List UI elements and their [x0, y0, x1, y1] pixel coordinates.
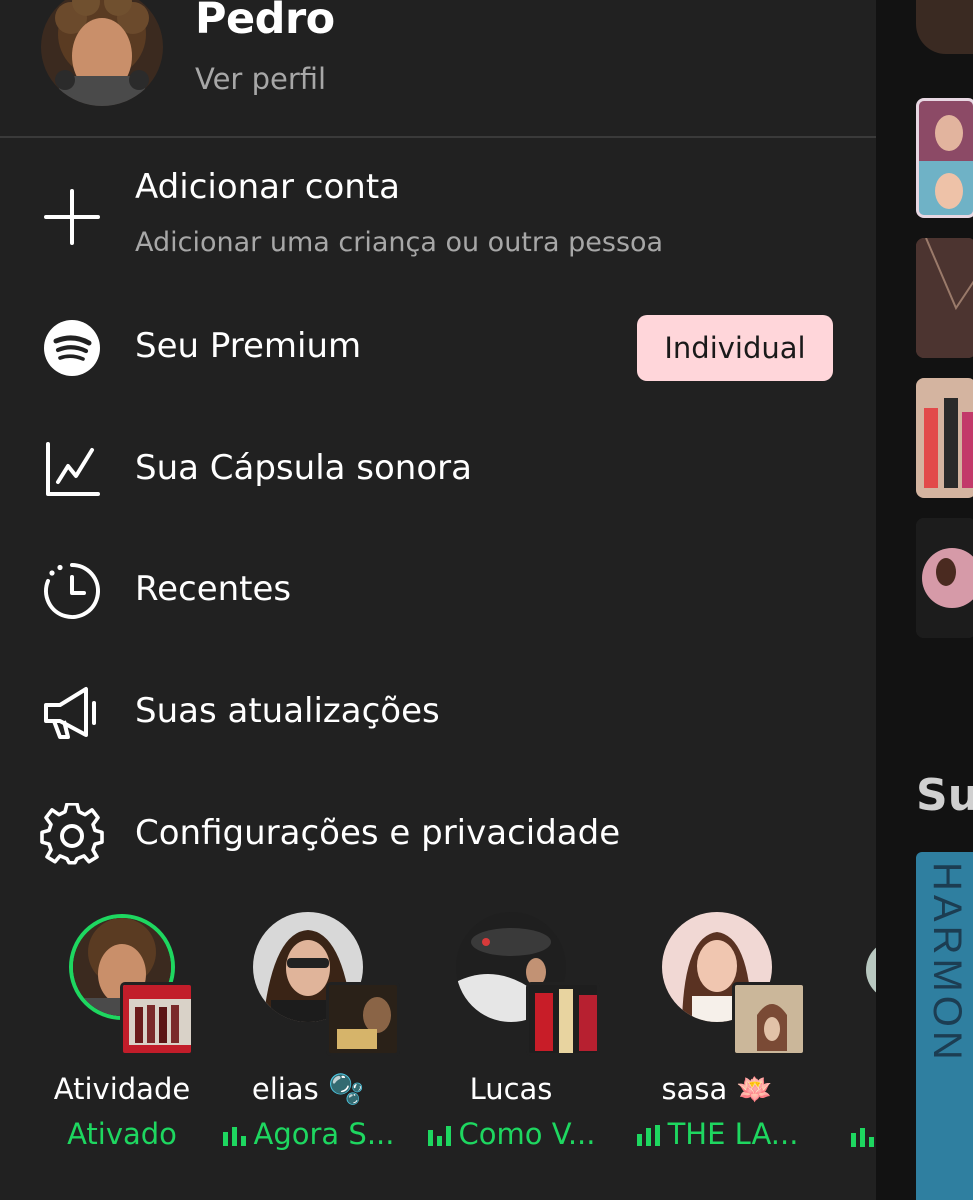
settings-privacy-label: Configurações e privacidade — [135, 813, 621, 853]
settings-privacy-item[interactable]: Configurações e privacidade — [0, 780, 876, 890]
playlist-thumbnail[interactable] — [916, 238, 973, 358]
friend-name: sasa 🪷 — [661, 1072, 773, 1106]
friend-status: Como V... — [416, 1117, 606, 1151]
profile-name: Pedro — [195, 0, 335, 44]
clock-history-icon — [44, 563, 100, 619]
equalizer-icon — [636, 1125, 660, 1146]
playlist-thumbnail[interactable] — [916, 518, 973, 638]
add-account-label: Adicionar conta — [135, 167, 401, 207]
your-updates-label: Suas atualizações — [135, 691, 440, 731]
background-avatar — [916, 0, 973, 54]
add-account-sublabel: Adicionar uma criança ou outra pessoa — [135, 227, 664, 258]
megaphone-icon — [44, 687, 96, 739]
equalizer-icon — [222, 1127, 246, 1146]
album-cover[interactable]: FIFTH HARMON — [916, 852, 973, 1200]
your-premium-label: Seu Premium — [135, 326, 362, 366]
friend-name: elias 🫧 — [251, 1072, 365, 1106]
background-home-page: Su FIFTH HARMON — [876, 0, 973, 1200]
now-playing-cover — [732, 982, 806, 1056]
section-heading: Su — [916, 770, 973, 821]
add-account-item[interactable]: Adicionar conta Adicionar uma criança ou… — [0, 160, 876, 270]
friend-name: Lucas — [469, 1072, 553, 1106]
plus-icon — [44, 189, 100, 245]
playlist-thumbnail[interactable] — [916, 378, 973, 498]
recents-item[interactable]: Recentes — [0, 536, 876, 646]
side-drawer: Pedro Ver perfil Adicionar conta Adicion… — [0, 0, 876, 1200]
friend-status: THE LA... — [622, 1117, 812, 1151]
friend-activity-elias[interactable]: elias 🫧 Agora S... — [213, 912, 403, 1162]
friend-status: Agora S... — [213, 1117, 403, 1151]
now-playing-cover — [120, 982, 194, 1056]
premium-plan-badge: Individual — [637, 315, 833, 381]
friend-activity-sasa[interactable]: sasa 🪷 THE LA... — [622, 912, 812, 1162]
spotify-logo-icon — [44, 320, 100, 376]
friend-activity-self[interactable]: Atividade Ativado — [27, 912, 217, 1162]
equalizer-icon — [427, 1126, 451, 1146]
friend-activity-lucas[interactable]: Lucas Como V... — [416, 912, 606, 1162]
view-profile-link[interactable]: Ver perfil — [195, 62, 326, 96]
sound-capsule-item[interactable]: Sua Cápsula sonora — [0, 415, 876, 525]
now-playing-cover — [326, 982, 400, 1056]
chart-line-icon — [46, 442, 100, 496]
equalizer-icon — [851, 1128, 874, 1147]
friend-name: Atividade — [53, 1072, 191, 1106]
playlist-thumbnail[interactable] — [916, 98, 973, 218]
lotus-emoji: 🪷 — [736, 1072, 773, 1106]
your-updates-item[interactable]: Suas atualizações — [0, 658, 876, 768]
album-cover-text: FIFTH HARMON — [925, 862, 973, 1064]
bubbles-emoji: 🫧 — [327, 1072, 365, 1106]
gear-icon — [40, 803, 104, 865]
profile-avatar[interactable] — [41, 0, 163, 106]
profile-header[interactable]: Pedro Ver perfil — [0, 0, 876, 138]
friend-activity-partial[interactable] — [866, 940, 876, 1000]
recents-label: Recentes — [135, 569, 292, 609]
now-playing-cover — [526, 982, 600, 1056]
friend-status: Ativado — [67, 1117, 177, 1151]
sound-capsule-label: Sua Cápsula sonora — [135, 448, 472, 488]
